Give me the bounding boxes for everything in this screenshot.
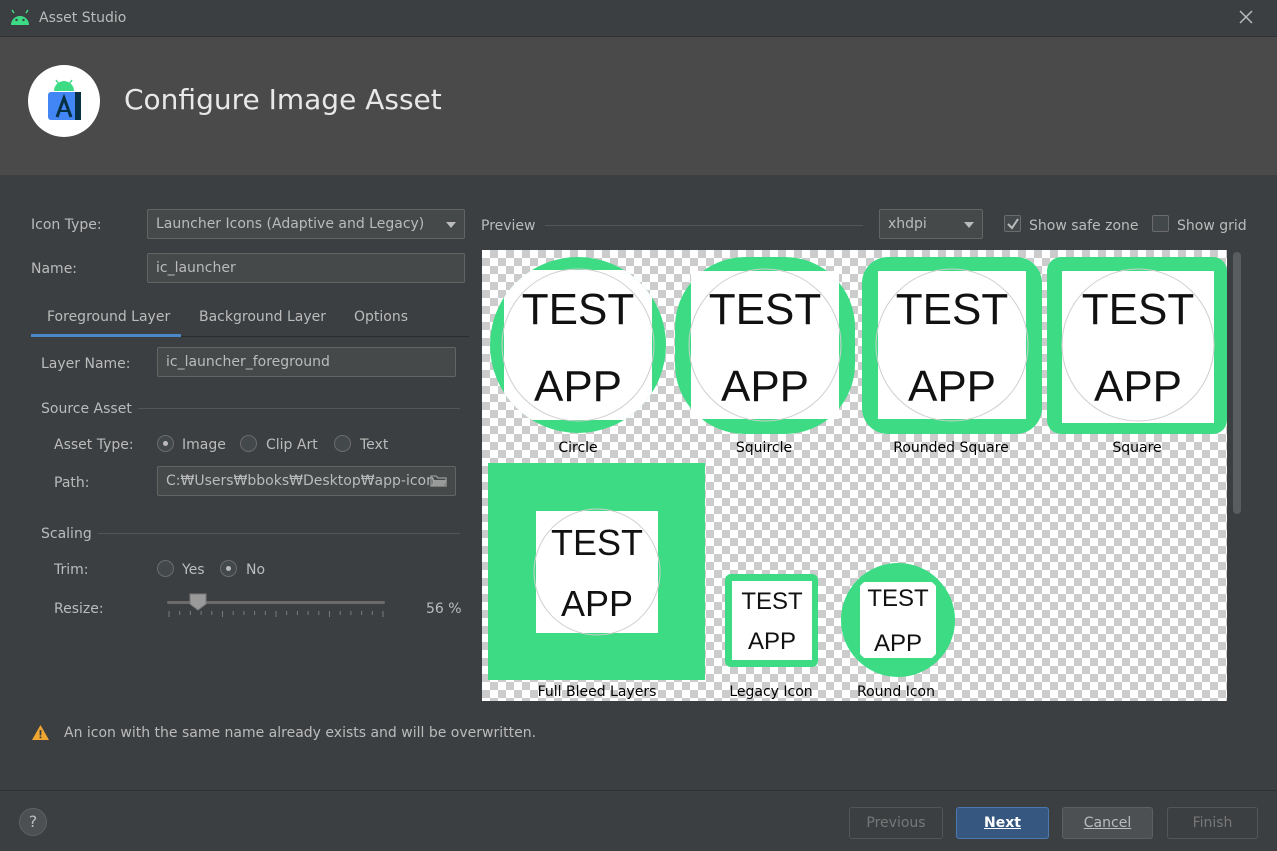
round-icon-label: Round Icon — [856, 684, 935, 700]
show-safe-zone-label: Show safe zone — [1029, 218, 1139, 234]
scaling-title: Scaling — [41, 526, 92, 542]
asset-type-clipart-radio[interactable] — [240, 435, 257, 452]
square-icon-text-1: TEST — [1082, 285, 1194, 334]
android-icon — [11, 9, 29, 25]
wizard-footer: ? Previous Next Cancel Finish — [0, 790, 1277, 851]
overwrite-warning-text: An icon with the same name already exist… — [64, 725, 537, 741]
icon-type-value: Launcher Icons (Adaptive and Legacy) — [156, 216, 425, 232]
squircle-icon-text-2: APP — [721, 362, 809, 411]
tab-options[interactable]: Options — [354, 309, 408, 325]
wizard-header: Configure Image Asset — [0, 36, 1277, 175]
window-title: Asset Studio — [39, 10, 127, 26]
preview-scrollbar-thumb[interactable] — [1233, 252, 1241, 514]
circle-icon-text-1: TEST — [522, 285, 634, 334]
square-icon-preview: TEST APP — [1047, 257, 1227, 434]
finish-button[interactable]: Finish — [1167, 807, 1258, 839]
path-value: C:₩Users₩bboks₩Desktop₩app-icon. — [166, 473, 440, 489]
trim-yes-label: Yes — [182, 562, 205, 578]
show-grid-checkbox[interactable] — [1152, 215, 1169, 232]
asset-type-text-radio[interactable] — [334, 435, 351, 452]
page-title: Configure Image Asset — [124, 83, 442, 116]
preview-label: Preview — [481, 218, 536, 234]
resize-label: Resize: — [54, 601, 104, 617]
path-label: Path: — [54, 475, 90, 491]
folder-icon[interactable] — [430, 474, 448, 488]
circle-icon-preview: TEST APP — [490, 257, 666, 433]
resize-slider-ticks — [168, 611, 384, 617]
next-button[interactable]: Next — [956, 807, 1049, 839]
density-value: xhdpi — [888, 216, 927, 232]
square-icon-text-2: APP — [1094, 362, 1182, 411]
full-bleed-icon-text-2: APP — [561, 583, 633, 624]
full-bleed-layers-label: Full Bleed Layers — [537, 684, 657, 700]
path-input[interactable]: C:₩Users₩bboks₩Desktop₩app-icon. — [157, 466, 456, 496]
legacy-icon-preview: TEST APP — [725, 574, 818, 667]
help-button[interactable]: ? — [19, 808, 47, 836]
layer-name-label: Layer Name: — [41, 356, 131, 372]
asset-type-text-label: Text — [360, 437, 389, 453]
preview-scrollbar[interactable] — [1229, 250, 1245, 701]
name-input[interactable]: ic_launcher — [147, 253, 465, 283]
source-asset-title: Source Asset — [41, 401, 132, 417]
layer-tabs: Foreground Layer Background Layer Option… — [31, 301, 469, 337]
icon-type-dropdown[interactable]: Launcher Icons (Adaptive and Legacy) — [147, 209, 465, 239]
source-asset-separator — [138, 408, 460, 409]
squircle-icon-preview: TEST APP — [675, 257, 855, 434]
rounded-square-icon-text-1: TEST — [896, 285, 1008, 334]
asset-type-clipart-label: Clip Art — [266, 437, 318, 453]
warning-icon — [32, 725, 49, 740]
round-icon-text-1: TEST — [867, 585, 929, 612]
trim-label: Trim: — [54, 562, 89, 578]
show-safe-zone-checkbox[interactable] — [1004, 215, 1021, 232]
title-bar: Asset Studio — [0, 0, 1277, 36]
rounded-square-icon-text-2: APP — [908, 362, 996, 411]
cancel-button[interactable]: Cancel — [1062, 807, 1153, 839]
layer-name-value: ic_launcher_foreground — [166, 354, 330, 370]
squircle-icon-label: Squircle — [735, 440, 793, 456]
legacy-icon-text-2: APP — [748, 628, 796, 655]
circle-icon-label: Circle — [558, 440, 598, 456]
squircle-icon-text-1: TEST — [709, 285, 821, 334]
wizard-content: Icon Type: Launcher Icons (Adaptive and … — [0, 175, 1277, 790]
chevron-down-icon — [964, 222, 974, 228]
round-icon-preview: TEST APP — [841, 563, 955, 677]
resize-slider-thumb[interactable] — [189, 593, 207, 611]
tab-background-layer[interactable]: Background Layer — [199, 309, 326, 325]
density-dropdown[interactable]: xhdpi — [879, 209, 983, 239]
square-icon-label: Square — [1112, 440, 1162, 456]
circle-icon-text-2: APP — [534, 362, 622, 411]
asset-type-image-label: Image — [182, 437, 226, 453]
rounded-square-icon-preview: TEST APP — [862, 257, 1042, 434]
full-bleed-icon-text-1: TEST — [551, 522, 643, 563]
round-icon-text-2: APP — [874, 630, 922, 657]
icon-preview-canvas: TEST APP TEST APP TEST APP TEST APP TEST… — [488, 257, 1227, 680]
trim-yes-radio[interactable] — [157, 560, 174, 577]
preview-separator — [545, 225, 863, 226]
active-tab-indicator — [31, 334, 181, 337]
asset-type-label: Asset Type: — [54, 437, 134, 453]
android-studio-logo — [28, 65, 100, 137]
tab-foreground-layer[interactable]: Foreground Layer — [47, 309, 170, 325]
rounded-square-icon-label: Rounded Square — [893, 440, 1009, 456]
scaling-separator — [98, 533, 460, 534]
icon-preview-area: TEST APP TEST APP TEST APP TEST APP TEST… — [482, 250, 1227, 701]
close-icon[interactable] — [1236, 7, 1256, 27]
trim-no-radio[interactable] — [220, 560, 237, 577]
trim-no-label: No — [246, 562, 266, 578]
cancel-button-label: Cancel — [1083, 815, 1132, 831]
name-value: ic_launcher — [156, 260, 236, 276]
icon-type-label: Icon Type: — [31, 217, 102, 233]
previous-button[interactable]: Previous — [849, 807, 943, 839]
name-label: Name: — [31, 261, 78, 277]
chevron-down-icon — [446, 222, 456, 228]
asset-type-image-radio[interactable] — [157, 435, 174, 452]
resize-value: 56 % — [426, 601, 462, 617]
show-grid-label: Show grid — [1177, 218, 1247, 234]
layer-name-input[interactable]: ic_launcher_foreground — [157, 347, 456, 377]
legacy-icon-text-1: TEST — [741, 588, 803, 615]
next-button-label: Next — [984, 815, 1021, 831]
full-bleed-layers-preview: TEST APP — [488, 463, 705, 680]
legacy-icon-label: Legacy Icon — [729, 684, 813, 700]
